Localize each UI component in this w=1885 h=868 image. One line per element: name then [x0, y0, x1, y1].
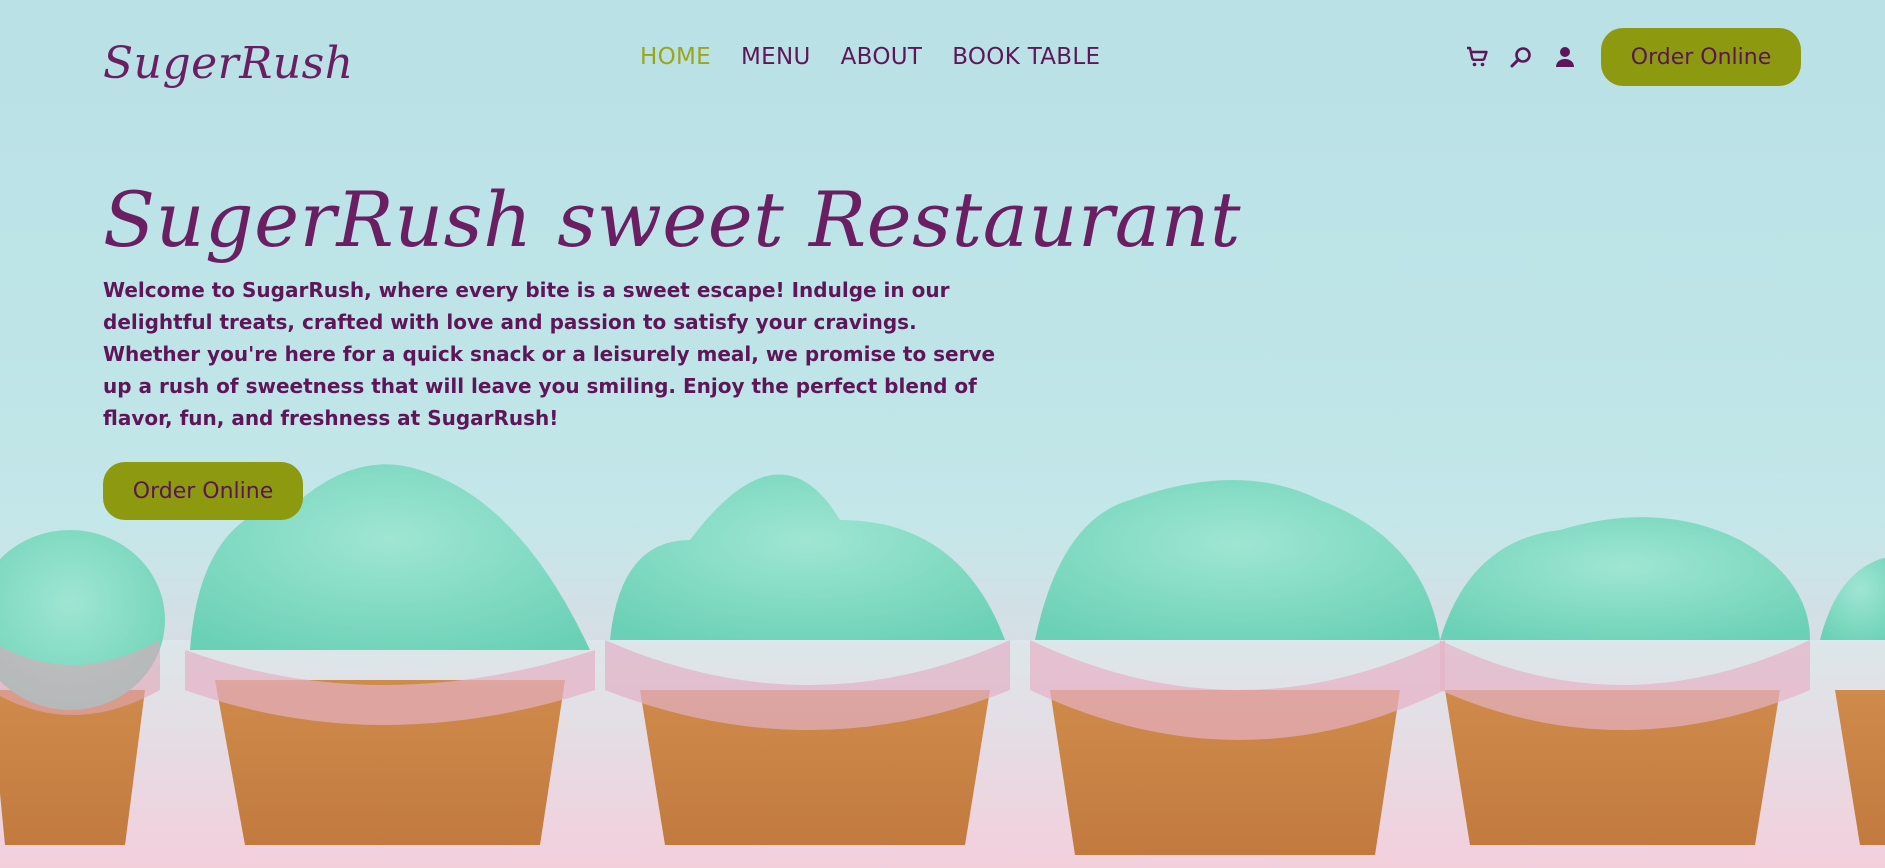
user-icon[interactable]: [1553, 45, 1577, 69]
nav-item-home[interactable]: HOME: [640, 44, 711, 70]
cart-icon[interactable]: [1465, 45, 1489, 69]
header-tools: Order Online: [1465, 28, 1801, 86]
main-nav: HOME MENU ABOUT BOOK TABLE: [640, 44, 1100, 70]
hero-description: Welcome to SugarRush, where every bite i…: [103, 278, 996, 430]
nav-item-book-table[interactable]: BOOK TABLE: [952, 44, 1100, 70]
nav-item-menu[interactable]: MENU: [741, 44, 811, 70]
hero-order-online-button[interactable]: Order Online: [103, 462, 303, 520]
nav-item-about[interactable]: ABOUT: [841, 44, 923, 70]
header-order-online-button[interactable]: Order Online: [1601, 28, 1801, 86]
hero-section: SugerRush HOME MENU ABOUT BOOK TABLE Ord…: [0, 0, 1885, 868]
cupcakes-background-image: [0, 464, 1885, 868]
site-logo[interactable]: SugerRush: [103, 38, 354, 89]
search-icon[interactable]: [1509, 45, 1533, 69]
hero-title: SugerRush sweet Restaurant: [103, 175, 1242, 264]
